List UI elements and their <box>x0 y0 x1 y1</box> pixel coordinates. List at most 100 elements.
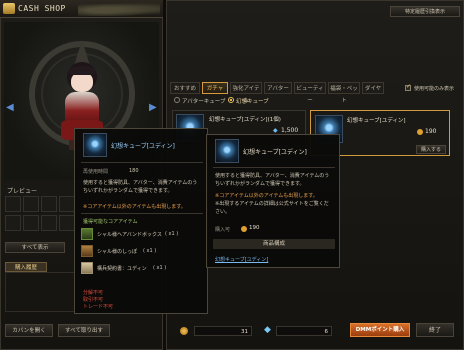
reward-qty: ( x1 ) <box>143 248 157 254</box>
close-button[interactable]: 終了 <box>416 323 454 337</box>
tab-label: おすすめ <box>173 86 196 92</box>
buyable-label: 購入可 <box>215 227 231 233</box>
buy-button[interactable]: 購入する <box>416 145 446 154</box>
tooltip-title: 幻想キューブ[ユディン] <box>243 149 307 156</box>
tooltip-cube-icon <box>215 139 239 163</box>
checkmark-icon: ✓ <box>406 83 412 90</box>
tab-diamond[interactable]: ダイヤ <box>362 82 384 94</box>
preview-slot[interactable] <box>5 215 21 231</box>
tooltip-divider <box>81 213 203 214</box>
coin-icon <box>180 327 188 335</box>
usable-only-label: 使用可能のみ表示 <box>414 86 455 92</box>
reward-name: シャル様のしっぽ <box>97 249 138 255</box>
preview-slot[interactable] <box>41 215 57 231</box>
rotate-right-arrow-icon[interactable]: ▶ <box>149 102 157 113</box>
tab-avatar[interactable]: アバター <box>264 82 292 94</box>
history-exchange-label: 特定履歴引換表示 <box>404 9 445 15</box>
cooldown-label: 再使用時間 <box>83 169 109 175</box>
tooltip-description: 使用すると獲得防具、アバター、消費アイテムのうちいずれかがランダムで獲得できます… <box>83 180 198 194</box>
subcategory-filter: アバターキューブ 幻想キューブ <box>170 96 310 106</box>
preview-label: プレビュー <box>7 188 38 195</box>
reward-name: シャル様ヘアバンドボックス <box>97 232 162 238</box>
shop-title: CASH SHOP <box>0 0 163 18</box>
tab-gacha[interactable]: ガチャ <box>202 82 228 94</box>
tooltip-cube-icon <box>83 133 107 157</box>
dmm-button-label: DMMポイント購入 <box>355 327 405 333</box>
diamond-balance: 6 <box>324 329 329 335</box>
take-all-label: すべて取り出す <box>65 328 103 334</box>
tooltip-note: ※コアアイテム以外のアイテムも出現します。 <box>215 193 318 199</box>
header-decoration <box>78 2 160 16</box>
preview-slot[interactable] <box>41 196 57 212</box>
tail-icon <box>81 245 93 257</box>
tooltip-title: 幻想キューブ[ユディン] <box>111 143 175 150</box>
coin-price-icon <box>417 129 423 135</box>
preview-slot[interactable] <box>5 196 21 212</box>
preview-slot[interactable] <box>59 215 75 231</box>
reward-row: シャル様のしっぽ ( x1 ) <box>81 245 205 259</box>
history-exchange-button[interactable]: 特定履歴引換表示 <box>390 6 460 17</box>
coin-price-icon <box>241 226 247 232</box>
tooltip-description: 使用すると獲得防具、アバター、消費アイテムのうちいずれかがランダムで獲得できます… <box>215 173 330 187</box>
tooltip-price: 190 <box>249 225 260 231</box>
dmm-point-purchase-button[interactable]: DMMポイント購入 <box>350 323 410 337</box>
cooldown-value: 180 <box>129 168 139 174</box>
purchase-history-tab[interactable]: 購入履歴 <box>5 262 47 272</box>
currency-bar: 31 ◆ 6 <box>170 322 345 342</box>
buy-button-label: 購入する <box>420 147 441 153</box>
item-name: 幻想キューブ[ユディン] <box>347 118 406 124</box>
radio-avatar-cube[interactable] <box>174 97 180 103</box>
core-items-heading: 獲得可能なコアアイテム <box>83 219 138 225</box>
reward-qty: ( x1 ) <box>165 231 179 237</box>
tab-label: アバター <box>267 86 289 92</box>
preview-slot[interactable] <box>23 196 39 212</box>
preview-slot[interactable] <box>23 215 39 231</box>
preview-slot-grid <box>5 196 77 238</box>
category-tab-bar: おすすめ ガチャ 強化アイテム アバター ビューティー 福袋・ペット ダイヤ <box>170 82 420 104</box>
cash-shop-logo-icon <box>3 3 15 14</box>
tab-recommended[interactable]: おすすめ <box>170 82 200 94</box>
restriction-text: 分解不可 <box>83 290 104 296</box>
rotate-left-arrow-icon[interactable]: ◀ <box>6 102 14 113</box>
show-all-label: すべて表示 <box>21 245 49 251</box>
tab-lucky-pet[interactable]: 福袋・ペット <box>328 82 360 104</box>
diamond-price-icon: ◆ <box>273 127 278 134</box>
radio-avatar-label: アバターキューブ <box>182 99 226 105</box>
tab-label: ダイヤ <box>364 86 382 92</box>
composition-heading: 商品構成 <box>262 241 285 247</box>
item-name: 幻想キューブ[ユディン](1個) <box>209 117 281 123</box>
composition-header: 商品構成 <box>213 239 335 249</box>
tooltip-note-2: ※出現するアイテムの詳細は公式サイトをご覧ください。 <box>215 201 329 215</box>
coin-balance-field: 31 <box>194 326 252 336</box>
shop-title-text: CASH SHOP <box>18 4 66 13</box>
tab-enhance[interactable]: 強化アイテム <box>230 82 262 104</box>
radio-phantom-cube[interactable] <box>228 97 234 103</box>
reward-row: シャル様ヘアバンドボックス ( x1 ) <box>81 228 205 242</box>
tooltip-divider <box>81 162 203 163</box>
reward-name: 構兵契約書：ユディン <box>97 266 147 272</box>
purchase-history-label: 購入履歴 <box>14 265 37 271</box>
reward-row: 構兵契約書：ユディン ( x1 ) <box>81 262 205 276</box>
contract-scroll-icon <box>81 262 93 274</box>
product-tooltip: 幻想キューブ[ユディン] 使用すると獲得防具、アバター、消費アイテムのうちいずれ… <box>206 134 340 268</box>
composition-link[interactable]: 幻想キューブ[ユディン] <box>215 256 268 263</box>
coin-balance: 31 <box>241 329 248 335</box>
preview-slot[interactable] <box>59 196 75 212</box>
tab-beauty[interactable]: ビューティー <box>294 82 326 104</box>
show-all-toggle[interactable]: すべて表示 <box>5 242 65 253</box>
item-price: 1,500 <box>281 127 299 134</box>
tab-label: ガチャ <box>206 86 224 92</box>
restriction-text: 取引不可 <box>83 297 104 303</box>
diamond-balance-field: 6 <box>276 326 332 336</box>
usable-only-toggle[interactable]: ✓ 使用可能のみ表示 <box>405 83 463 94</box>
tooltip-divider <box>213 167 335 168</box>
hairband-box-icon <box>81 228 93 240</box>
tooltip-note: ※コアアイテム以外のアイテムも出現します。 <box>83 204 186 210</box>
radio-phantom-label: 幻想キューブ <box>236 99 269 105</box>
item-price: 190 <box>425 128 437 135</box>
restriction-text: トレード不可 <box>83 304 114 310</box>
open-bag-button[interactable]: カバンを開く <box>5 324 53 337</box>
close-button-label: 終了 <box>428 327 441 334</box>
reward-qty: ( x1 ) <box>153 265 167 271</box>
take-all-button[interactable]: すべて取り出す <box>58 324 110 337</box>
